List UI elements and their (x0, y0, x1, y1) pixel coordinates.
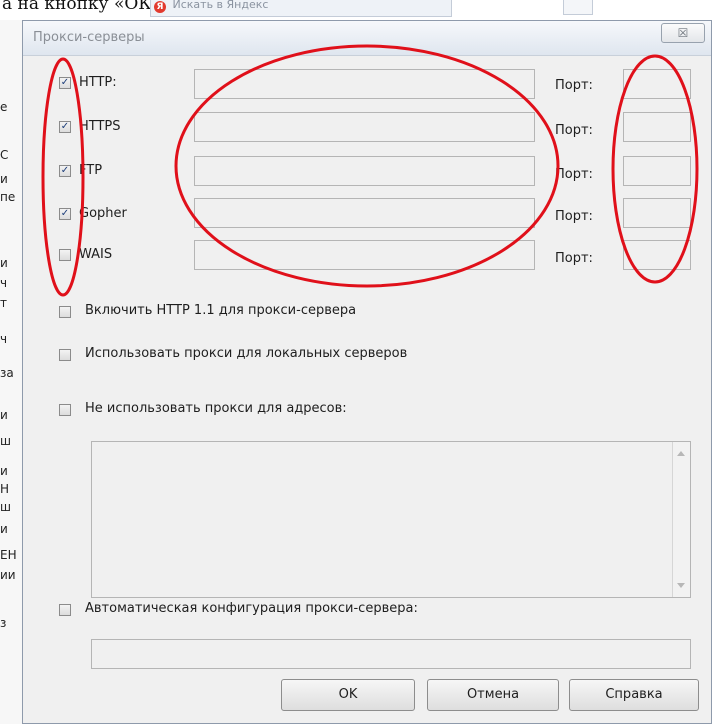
wais-port-input[interactable] (624, 241, 690, 269)
dialog-title: Прокси-серверы (33, 30, 145, 45)
bypass-addresses-textarea[interactable] (91, 441, 691, 598)
gopher-label: Gopher (79, 206, 127, 221)
bg-text-fragment: за (0, 366, 14, 380)
autoconfig-url-input[interactable] (92, 640, 690, 668)
https-server-input[interactable] (195, 113, 534, 141)
checkmark-icon: ✓ (60, 208, 70, 219)
bypass-label: Не использовать прокси для адресов: (85, 401, 347, 416)
bg-text-fragment: и (0, 256, 8, 270)
https-checkbox[interactable]: ✓ (59, 121, 71, 133)
cancel-button[interactable]: Отмена (427, 679, 559, 711)
https-port-field[interactable] (623, 112, 691, 142)
bypass-checkbox[interactable] (59, 404, 71, 416)
https-port-label: Порт: (555, 123, 593, 138)
background-caption: а на кнопку «ОК». (2, 0, 168, 14)
checkmark-icon: ✓ (60, 77, 70, 88)
ftp-checkbox[interactable]: ✓ (59, 165, 71, 177)
bg-text-fragment: пе (0, 190, 16, 204)
bg-text-fragment: ш (0, 434, 11, 448)
bg-text-fragment: и (0, 172, 8, 186)
scroll-down-icon[interactable] (677, 583, 685, 588)
wais-label: WAIS (79, 247, 113, 262)
dialog-titlebar[interactable]: Прокси-серверы ☒ (23, 21, 711, 56)
http-checkbox[interactable]: ✓ (59, 77, 71, 89)
autoconfig-url-field[interactable] (91, 639, 691, 669)
gopher-server-input[interactable] (195, 199, 534, 227)
bg-text-fragment: и (0, 408, 8, 422)
http-port-label: Порт: (555, 78, 593, 93)
bg-text-fragment: Н (0, 482, 10, 496)
http11-checkbox[interactable] (59, 306, 71, 318)
bg-text-fragment: з (0, 616, 7, 630)
close-icon: ☒ (677, 26, 689, 40)
search-button[interactable] (563, 0, 593, 15)
gopher-checkbox[interactable]: ✓ (59, 208, 71, 220)
yandex-logo-icon: Я (154, 1, 166, 13)
scroll-up-icon[interactable] (677, 451, 685, 456)
help-button[interactable]: Справка (569, 679, 699, 711)
gopher-server-field[interactable] (194, 198, 535, 228)
bg-text-fragment: е (0, 100, 8, 114)
ftp-port-input[interactable] (624, 157, 690, 185)
bg-text-fragment: С (0, 148, 9, 162)
wais-server-field[interactable] (194, 240, 535, 270)
http-server-field[interactable] (194, 69, 535, 99)
checkmark-icon: ✓ (60, 121, 70, 132)
ftp-label: FTP (79, 163, 103, 178)
gopher-port-field[interactable] (623, 198, 691, 228)
http-label: HTTP: (79, 75, 117, 90)
https-server-field[interactable] (194, 112, 535, 142)
wais-server-input[interactable] (195, 241, 534, 269)
gopher-port-label: Порт: (555, 209, 593, 224)
search-box[interactable]: Я Искать в Яндекс (150, 0, 452, 17)
bg-text-fragment: ии (0, 568, 16, 582)
wais-port-label: Порт: (555, 251, 593, 266)
http-server-input[interactable] (195, 70, 534, 98)
http11-label: Включить HTTP 1.1 для прокси-сервера (85, 303, 357, 318)
local-servers-checkbox[interactable] (59, 349, 71, 361)
proxy-servers-dialog: Прокси-серверы ☒ ✓ HTTP: Порт: ✓ HTTPS П… (22, 20, 712, 724)
close-button[interactable]: ☒ (661, 23, 705, 43)
search-placeholder: Искать в Яндекс (172, 0, 269, 11)
bg-text-fragment: и (0, 522, 8, 536)
ftp-server-input[interactable] (195, 157, 534, 185)
bg-text-fragment: ЕН (0, 548, 17, 562)
checkmark-icon: ✓ (60, 165, 70, 176)
background-window-top: а на кнопку «ОК». Я Искать в Яндекс (0, 0, 718, 20)
ftp-port-label: Порт: (555, 167, 593, 182)
http-port-input[interactable] (624, 70, 690, 98)
gopher-port-input[interactable] (624, 199, 690, 227)
ftp-server-field[interactable] (194, 156, 535, 186)
bg-text-fragment: ш (0, 500, 11, 514)
ok-button[interactable]: OK (281, 679, 415, 711)
background-window-strip: е С и пе и ч т ч за и ш и Н ш и ЕН ии з (0, 20, 23, 724)
bg-text-fragment: ч (0, 276, 8, 290)
autoconfig-checkbox[interactable] (59, 604, 71, 616)
bg-text-fragment: и (0, 464, 8, 478)
bg-text-fragment: ч (0, 332, 8, 346)
https-label: HTTPS (79, 119, 121, 134)
scrollbar[interactable] (672, 442, 690, 597)
wais-port-field[interactable] (623, 240, 691, 270)
ftp-port-field[interactable] (623, 156, 691, 186)
wais-checkbox[interactable] (59, 249, 71, 261)
bg-text-fragment: т (0, 296, 7, 310)
autoconfig-label: Автоматическая конфигурация прокси-серве… (85, 601, 418, 616)
local-servers-label: Использовать прокси для локальных сервер… (85, 346, 408, 361)
https-port-input[interactable] (624, 113, 690, 141)
http-port-field[interactable] (623, 69, 691, 99)
